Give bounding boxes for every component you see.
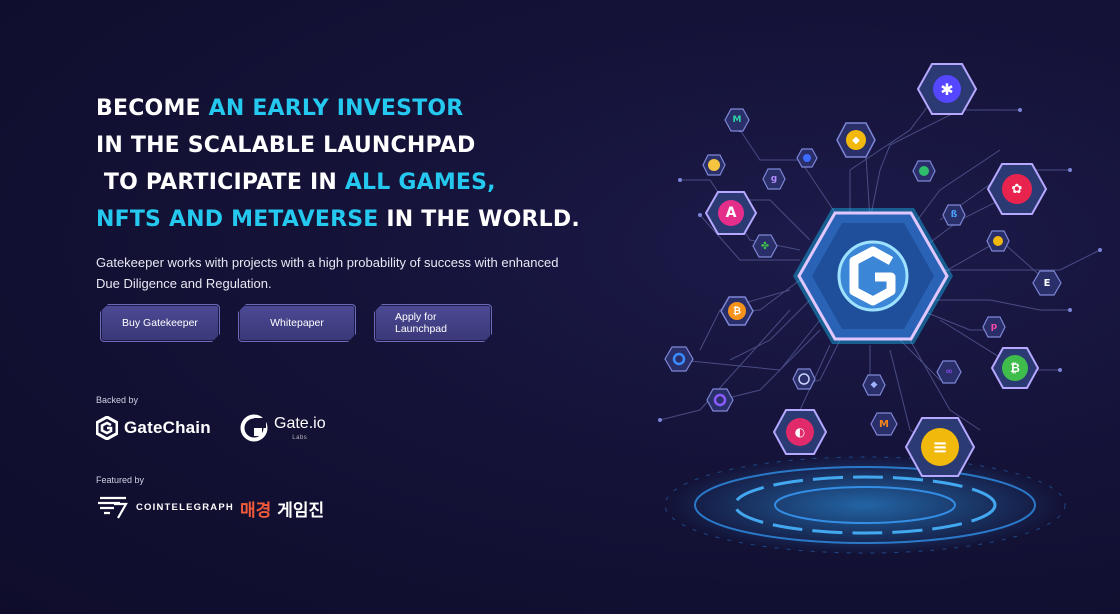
small-coin-icon (792, 368, 816, 390)
small-coin-icon (796, 148, 818, 168)
binance-icon: ◆ (836, 122, 876, 158)
apply-launchpad-button[interactable]: Apply for Launchpad (374, 304, 492, 342)
headline-line-4: NFTS AND METAVERSE IN THE WORLD. (96, 207, 580, 232)
polygon-icon: ∞ (936, 360, 962, 384)
gateio-labs-text: Labs (292, 434, 308, 441)
small-coin-icon (986, 230, 1010, 252)
gateio-icon (240, 414, 268, 442)
gatechain-logo[interactable]: GateChain (96, 416, 211, 440)
hero-description: Gatekeeper works with projects with a hi… (96, 255, 559, 291)
cta-buttons: Buy Gatekeeper Whitepaper Apply for Laun… (100, 304, 492, 342)
crypto-network-illustration: ✱ ◆ ✿ A ₿ ₿ ◐ ≡ M E ◆ ∞ ✤ M g ß p (640, 50, 1120, 570)
gamejin-text: 게임진 (277, 501, 325, 520)
headline-line-2: IN THE SCALABLE LAUNCHPAD (96, 133, 476, 158)
headline-highlight: AN EARLY INVESTOR (208, 96, 464, 121)
elrond-icon: E (1032, 270, 1062, 296)
small-coin-icon: ß (942, 204, 966, 226)
headline-line-3: TO PARTICIPATE IN ALL GAMES, (96, 170, 496, 195)
gateio-labs-logo[interactable]: Gate.io Labs (240, 414, 326, 442)
busd-icon: ≡ (904, 416, 976, 478)
ethereum-icon: ◆ (862, 374, 886, 396)
backed-by-label: Backed by (96, 395, 139, 405)
metamask-icon: M (870, 412, 898, 436)
amp-icon: A (704, 190, 758, 236)
hero-section: BECOME AN EARLY INVESTOR IN THE SCALABLE… (96, 90, 656, 294)
buy-gatekeeper-button[interactable]: Buy Gatekeeper (100, 304, 220, 342)
red-cat-icon: ✿ (986, 162, 1048, 216)
small-coin-icon: p (982, 316, 1006, 338)
maekyung-text: 매경 (240, 501, 272, 520)
small-coin-icon (702, 154, 726, 176)
stacks-icon: ✱ (916, 62, 978, 116)
gateio-text: Gate.io (274, 414, 326, 432)
headline: BECOME AN EARLY INVESTOR IN THE SCALABLE… (96, 90, 656, 238)
gatechain-icon (96, 416, 118, 440)
gatechain-text: GateChain (124, 418, 211, 437)
featured-by-label: Featured by (96, 475, 145, 485)
coin98-icon: ✤ (752, 234, 778, 258)
cointelegraph-text: COINTELEGRAPH (136, 501, 234, 513)
small-coin-icon: g (762, 168, 786, 190)
cointelegraph-logo[interactable]: COINTELEGRAPH (96, 494, 234, 520)
small-coin-icon (912, 160, 936, 182)
mask-icon: ◐ (772, 408, 828, 456)
small-coin-icon (706, 388, 734, 412)
bitcoin-icon: ₿ (720, 296, 754, 326)
bitcoin-cash-icon: ₿ (990, 346, 1040, 390)
maekyung-gamejin-logo[interactable]: 매경 게임진 (240, 496, 324, 521)
headline-highlight: ALL GAMES, (344, 170, 496, 195)
headline-highlight: NFTS AND METAVERSE (96, 207, 379, 232)
cointelegraph-icon (98, 496, 128, 519)
small-coin-icon: M (724, 108, 750, 132)
whitepaper-button[interactable]: Whitepaper (238, 304, 356, 342)
headline-line-1: BECOME AN EARLY INVESTOR (96, 96, 464, 121)
small-coin-icon (664, 346, 694, 372)
gatekeeper-logo-icon (790, 205, 956, 347)
